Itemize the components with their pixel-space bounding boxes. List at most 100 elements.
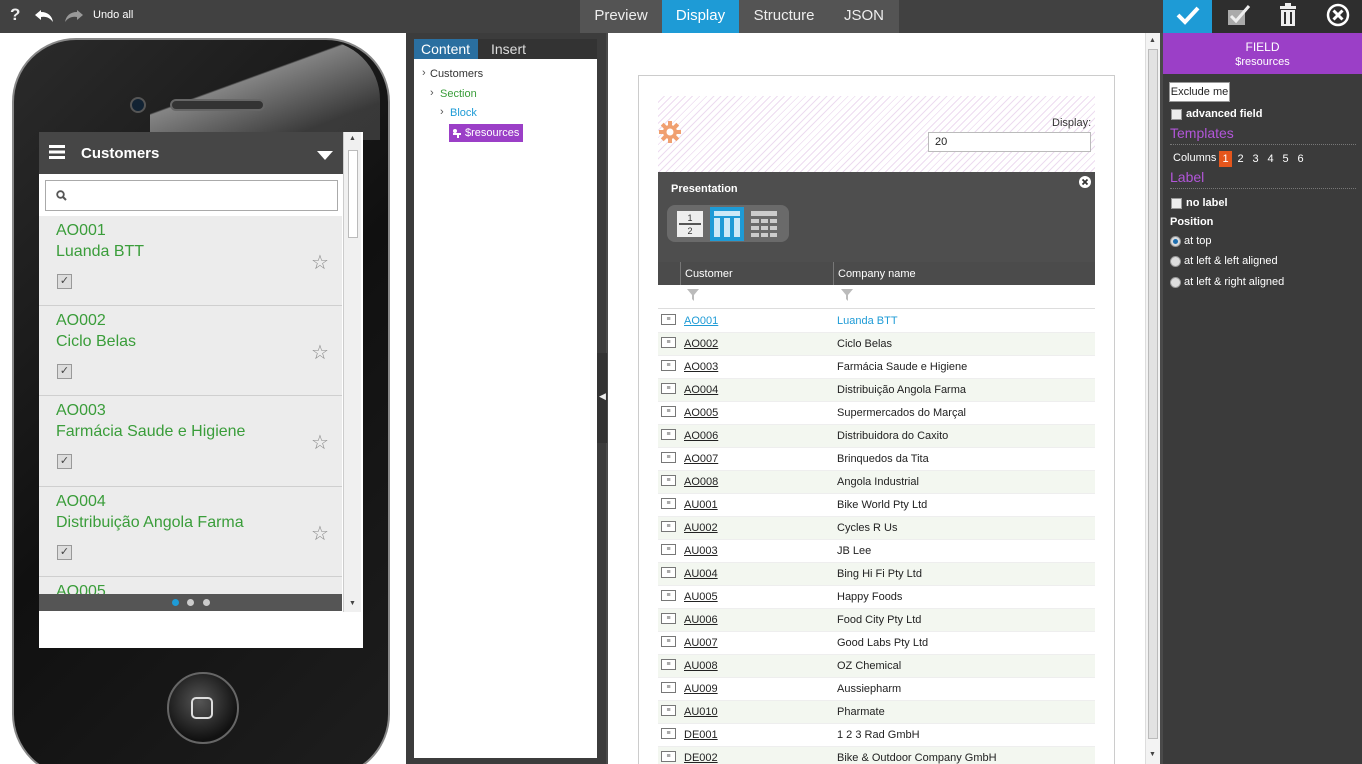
scroll-down-icon[interactable]: ▼ <box>349 600 356 607</box>
close-icon[interactable] <box>1078 175 1092 192</box>
customer-code-link[interactable]: DE002 <box>684 752 718 764</box>
customer-code-link[interactable]: AO001 <box>684 315 718 327</box>
scroll-down-icon[interactable]: ▼ <box>1149 751 1156 758</box>
table-row[interactable]: ≡ AU001 Bike World Pty Ltd <box>658 494 1095 517</box>
phone-scrollbar[interactable]: ▲ ▼ <box>343 132 361 612</box>
column-option-1[interactable]: 1 <box>1219 151 1232 167</box>
row-detail-icon[interactable]: ≡ <box>661 360 676 371</box>
row-detail-icon[interactable]: ≡ <box>661 659 676 670</box>
list-item[interactable]: AO001 Luanda BTT ✓ ☆ <box>39 216 342 306</box>
column-header-company[interactable]: Company name <box>838 268 916 280</box>
table-row[interactable]: ≡ AO005 Supermercados do Marçal <box>658 402 1095 425</box>
list-item[interactable]: AO005 <box>39 577 342 594</box>
table-row[interactable]: ≡ AU005 Happy Foods <box>658 586 1095 609</box>
help-icon[interactable]: ? <box>10 5 20 25</box>
display-count-input[interactable]: 20 <box>928 132 1091 152</box>
table-row[interactable]: ≡ AU007 Good Labs Pty Ltd <box>658 632 1095 655</box>
row-detail-icon[interactable]: ≡ <box>661 521 676 532</box>
phone-search-input[interactable] <box>45 180 338 211</box>
customer-code-link[interactable]: AO006 <box>684 430 718 442</box>
star-icon[interactable]: ☆ <box>311 250 329 275</box>
column-option-3[interactable]: 3 <box>1249 151 1262 167</box>
item-checkbox[interactable]: ✓ <box>57 364 72 379</box>
row-detail-icon[interactable]: ≡ <box>661 475 676 486</box>
table-row[interactable]: ≡ AU006 Food City Pty Ltd <box>658 609 1095 632</box>
advanced-field-checkbox[interactable] <box>1171 109 1182 120</box>
tab-content[interactable]: Content <box>414 39 478 59</box>
column-header-customer[interactable]: Customer <box>685 268 733 280</box>
tree-node-resources[interactable]: $resources <box>449 124 523 142</box>
tab-preview[interactable]: Preview <box>580 0 662 33</box>
page-dot[interactable] <box>187 599 194 606</box>
scroll-up-icon[interactable]: ▲ <box>1149 37 1156 44</box>
star-icon[interactable]: ☆ <box>311 430 329 455</box>
customer-code-link[interactable]: AU006 <box>684 614 718 626</box>
scroll-up-icon[interactable]: ▲ <box>349 135 356 142</box>
table-row[interactable]: ≡ AO008 Angola Industrial <box>658 471 1095 494</box>
tree-node-customers[interactable]: Customers <box>430 68 483 80</box>
table-row[interactable]: ≡ DE001 1 2 3 Rad GmbH <box>658 724 1095 747</box>
table-row[interactable]: ≡ AO006 Distribuidora do Caxito <box>658 425 1095 448</box>
redo-icon[interactable] <box>63 6 85 27</box>
table-row[interactable]: ≡ AU004 Bing Hi Fi Pty Ltd <box>658 563 1095 586</box>
scrollbar-thumb[interactable] <box>1148 49 1158 739</box>
save-button[interactable] <box>1163 0 1212 33</box>
column-option-6[interactable]: 6 <box>1294 151 1307 167</box>
customer-code-link[interactable]: AU002 <box>684 522 718 534</box>
tree-node-section[interactable]: Section <box>440 88 477 100</box>
gear-icon[interactable] <box>658 120 682 147</box>
column-option-2[interactable]: 2 <box>1234 151 1247 167</box>
customer-code-link[interactable]: AU004 <box>684 568 718 580</box>
row-detail-icon[interactable]: ≡ <box>661 498 676 509</box>
no-label-checkbox[interactable] <box>1171 198 1182 209</box>
page-dot[interactable] <box>203 599 210 606</box>
chevron-right-icon[interactable]: › <box>440 106 444 118</box>
customer-code-link[interactable]: AO008 <box>684 476 718 488</box>
table-row[interactable]: ≡ AO002 Ciclo Belas <box>658 333 1095 356</box>
customer-code-link[interactable]: AO004 <box>684 384 718 396</box>
column-option-5[interactable]: 5 <box>1279 151 1292 167</box>
table-row[interactable]: ≡ AO004 Distribuição Angola Farma <box>658 379 1095 402</box>
customer-code-link[interactable]: AU008 <box>684 660 718 672</box>
page-dot-active[interactable] <box>172 599 179 606</box>
table-row[interactable]: ≡ DE002 Bike & Outdoor Company GmbH <box>658 747 1095 764</box>
position-radio-left-left[interactable] <box>1170 256 1181 267</box>
table-row[interactable]: ≡ AU009 Aussiepharm <box>658 678 1095 701</box>
item-checkbox[interactable]: ✓ <box>57 274 72 289</box>
chevron-right-icon[interactable]: › <box>422 67 426 79</box>
list-item[interactable]: AO002 Ciclo Belas ✓ ☆ <box>39 306 342 396</box>
table-row[interactable]: ≡ AO001 Luanda BTT <box>658 310 1095 333</box>
hamburger-menu-icon[interactable] <box>49 145 65 162</box>
column-option-4[interactable]: 4 <box>1264 151 1277 167</box>
row-detail-icon[interactable]: ≡ <box>661 406 676 417</box>
table-view-button[interactable] <box>751 211 777 240</box>
customer-code-link[interactable]: DE001 <box>684 729 718 741</box>
tab-display[interactable]: Display <box>662 0 739 33</box>
item-checkbox[interactable]: ✓ <box>57 545 72 560</box>
filter-icon[interactable] <box>841 289 853 304</box>
row-detail-icon[interactable]: ≡ <box>661 429 676 440</box>
tab-insert[interactable]: Insert <box>491 39 526 59</box>
position-radio-top[interactable] <box>1170 236 1181 247</box>
customer-code-link[interactable]: AO005 <box>684 407 718 419</box>
table-row[interactable]: ≡ AU010 Pharmate <box>658 701 1095 724</box>
row-detail-icon[interactable]: ≡ <box>661 590 676 601</box>
row-detail-icon[interactable]: ≡ <box>661 613 676 624</box>
chevron-down-icon[interactable] <box>317 149 333 163</box>
row-detail-icon[interactable]: ≡ <box>661 705 676 716</box>
chevron-right-icon[interactable]: › <box>430 87 434 99</box>
customer-code-link[interactable]: AO002 <box>684 338 718 350</box>
customer-code-link[interactable]: AU003 <box>684 545 718 557</box>
row-detail-icon[interactable]: ≡ <box>661 751 676 762</box>
row-detail-icon[interactable]: ≡ <box>661 337 676 348</box>
position-radio-left-right[interactable] <box>1170 277 1181 288</box>
filter-icon[interactable] <box>687 289 699 304</box>
row-detail-icon[interactable]: ≡ <box>661 452 676 463</box>
scrollbar-thumb[interactable] <box>348 150 358 238</box>
canvas-scrollbar[interactable]: ▲ ▼ <box>1145 33 1160 764</box>
row-detail-icon[interactable]: ≡ <box>661 682 676 693</box>
undo-all-button[interactable]: Undo all <box>93 9 133 21</box>
customer-code-link[interactable]: AU009 <box>684 683 718 695</box>
tab-structure[interactable]: Structure <box>739 0 829 33</box>
tree-node-block[interactable]: Block <box>450 107 477 119</box>
